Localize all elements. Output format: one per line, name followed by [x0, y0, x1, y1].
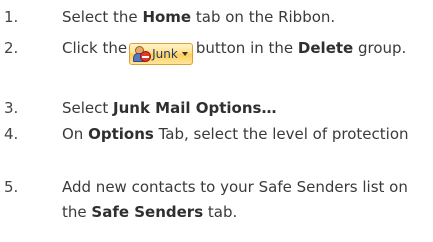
- step-number: 4.: [4, 125, 19, 143]
- step-2: 2. Click the Junk button in the Delete gro…: [0, 36, 433, 92]
- step-text: Select Junk Mail Options…: [62, 99, 277, 117]
- step-4: 4. On Options Tab, select the level of p…: [0, 122, 433, 174]
- junk-button-label: Junk: [152, 47, 178, 61]
- chevron-down-icon: [181, 52, 188, 56]
- step-number: 3.: [4, 99, 19, 117]
- step-text: Add new contacts to your Safe Senders li…: [62, 178, 408, 221]
- step-text: Click the Junk button in the Delete group.: [62, 36, 424, 65]
- instruction-steps: 1. Select the Home tab on the Ribbon. 2.…: [0, 0, 433, 242]
- step-text: Select the Home tab on the Ribbon.: [62, 8, 336, 26]
- step-text: On Options Tab, select the level of prot…: [62, 125, 409, 143]
- step-number: 5.: [4, 178, 19, 196]
- step-1: 1. Select the Home tab on the Ribbon.: [0, 5, 433, 33]
- step-5: 5. Add new contacts to your Safe Senders…: [0, 175, 433, 230]
- junk-button[interactable]: Junk: [129, 43, 193, 65]
- step-number: 2.: [4, 39, 19, 57]
- step-3: 3. Select Junk Mail Options…: [0, 96, 433, 124]
- junk-person-block-icon: [133, 45, 152, 62]
- step-number: 1.: [4, 8, 19, 26]
